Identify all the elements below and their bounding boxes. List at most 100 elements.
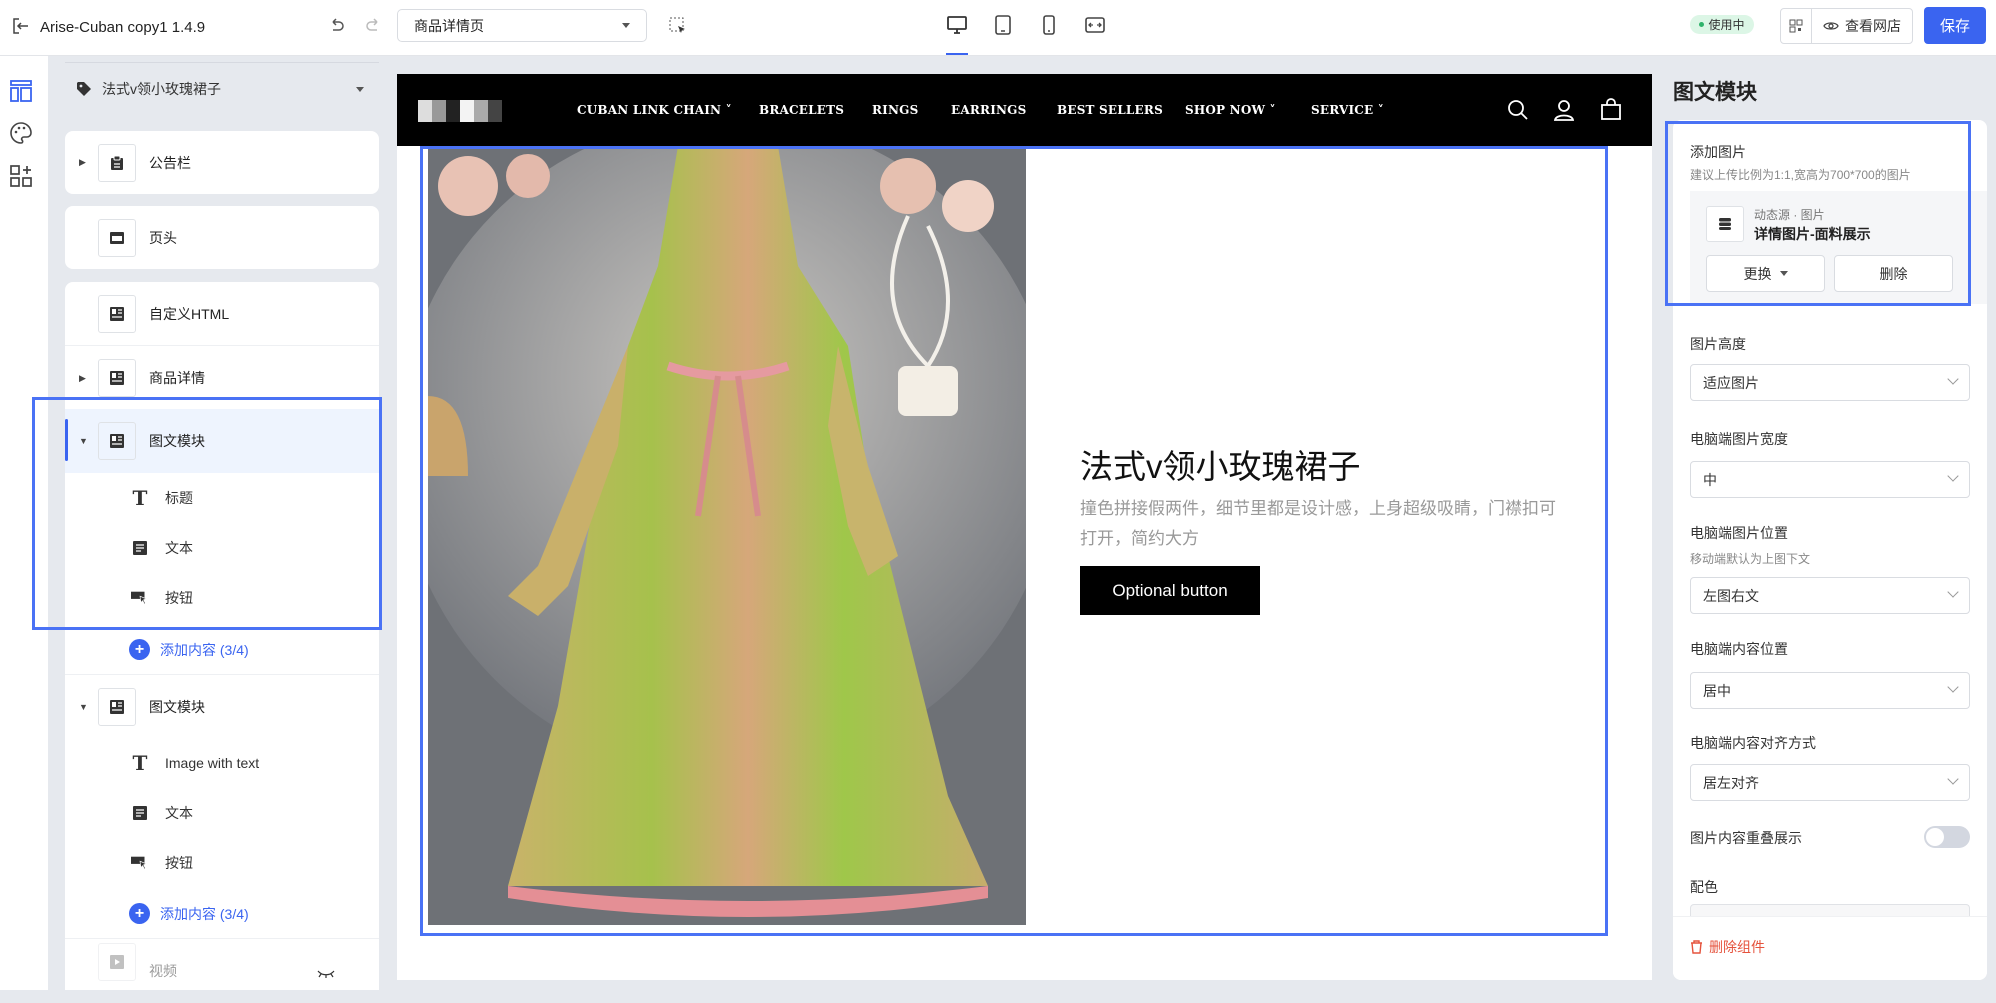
store-actions: 查看网店	[1780, 8, 1913, 44]
section-image-with-text-selected[interactable]: ▼ 图文模块	[65, 409, 379, 473]
delete-component-label: 删除组件	[1709, 939, 1765, 955]
nav-service[interactable]: SERVICE ˅	[1311, 103, 1384, 117]
chevron-down-icon	[1947, 773, 1959, 785]
desktop-image-position-select[interactable]: 左图右文	[1690, 577, 1970, 614]
block-button[interactable]: 按钮	[65, 838, 379, 888]
image-source-box: 动态源 · 图片 详情图片-面料展示 更换 删除	[1690, 191, 1987, 304]
nav-bracelets[interactable]: BRACELETS	[759, 103, 844, 117]
status-badge: 使用中	[1690, 15, 1754, 34]
page-select[interactable]: 商品详情页	[397, 9, 647, 42]
expand-arrow-icon[interactable]: ▶	[79, 373, 86, 384]
product-image	[428, 146, 1026, 925]
qr-code-button[interactable]	[1781, 9, 1812, 43]
expand-arrow-icon[interactable]: ▶	[79, 157, 86, 168]
fullscreen-icon[interactable]	[1084, 14, 1106, 36]
chevron-down-icon	[1947, 470, 1959, 482]
select-value: 适应图片	[1703, 374, 1759, 391]
add-content-label: 添加内容 (3/4)	[160, 905, 249, 922]
select-element-icon[interactable]	[668, 16, 688, 39]
delete-image-button[interactable]: 删除	[1834, 255, 1953, 292]
nav-shop-now[interactable]: SHOP NOW ˅	[1185, 103, 1276, 117]
text-heading-icon: T	[132, 751, 148, 775]
video-icon	[98, 943, 136, 981]
view-store-label: 查看网店	[1845, 18, 1901, 34]
status-badge-label: 使用中	[1708, 18, 1745, 32]
product-selector-value: 法式v领小玫瑰裙子	[102, 81, 221, 97]
section-header[interactable]: 页头	[65, 206, 379, 269]
source-name: 详情图片-面料展示	[1754, 226, 1871, 242]
field-label: 电脑端图片宽度	[1690, 431, 1788, 447]
search-icon[interactable]	[1507, 99, 1529, 124]
nav-earrings[interactable]: EARRINGS	[951, 103, 1027, 117]
redo-icon[interactable]	[364, 17, 382, 38]
collapse-arrow-icon[interactable]: ▼	[79, 702, 88, 712]
section-custom-html[interactable]: 自定义HTML	[65, 282, 379, 346]
section-card-announcement: ▶ 公告栏	[65, 131, 379, 194]
product-selector[interactable]: 法式v领小玫瑰裙子	[76, 77, 376, 101]
block-text[interactable]: 文本	[65, 788, 379, 838]
add-app-icon[interactable]	[10, 165, 32, 190]
block-icon	[98, 688, 136, 726]
hidden-eye-icon[interactable]	[317, 965, 335, 981]
content-body: 撞色拼接假两件，细节里都是设计感，上身超级吸睛，门襟扣可打开，简约大方	[1080, 499, 1556, 548]
section-image-with-text[interactable]: ▼ 图文模块	[65, 675, 379, 739]
view-store-button[interactable]: 查看网店	[1812, 9, 1912, 43]
paragraph-icon	[131, 539, 149, 557]
nav-label: CUBAN LINK CHAIN	[577, 103, 722, 117]
collapse-arrow-icon[interactable]: ▼	[79, 436, 88, 446]
page-select-value: 商品详情页	[414, 17, 484, 34]
section-label: 视频	[149, 963, 177, 979]
undo-icon[interactable]	[328, 17, 346, 38]
replace-image-button[interactable]: 更换	[1706, 255, 1825, 292]
desktop-content-align-select[interactable]: 居左对齐	[1690, 764, 1970, 801]
nav-best-sellers[interactable]: BEST SELLERS	[1057, 103, 1163, 117]
select-value: 中	[1703, 471, 1717, 488]
desktop-image-width-select[interactable]: 中	[1690, 461, 1970, 498]
theme-palette-icon[interactable]	[10, 122, 32, 147]
nav-cuban-link-chain[interactable]: CUBAN LINK CHAIN ˅	[577, 103, 732, 117]
layout-icon[interactable]	[10, 80, 32, 105]
field-label: 电脑端图片位置	[1690, 525, 1788, 541]
block-button[interactable]: 按钮	[65, 573, 379, 623]
exit-icon[interactable]	[12, 17, 30, 39]
source-type: 动态源 · 图片	[1754, 208, 1825, 222]
desktop-device-icon[interactable]	[946, 14, 968, 36]
delete-component-button[interactable]: 删除组件	[1690, 937, 1765, 957]
database-icon	[1706, 206, 1744, 242]
section-label: 商品详情	[149, 370, 205, 386]
settings-footer: 删除组件	[1673, 916, 1987, 980]
field-label: 电脑端内容位置	[1690, 641, 1788, 657]
block-text[interactable]: 文本	[65, 523, 379, 573]
overlap-label: 图片内容重叠展示	[1690, 830, 1802, 846]
nav-rings[interactable]: RINGS	[872, 103, 918, 117]
save-button[interactable]: 保存	[1924, 7, 1986, 44]
cart-bag-icon[interactable]	[1600, 98, 1622, 123]
plus-icon: +	[129, 903, 150, 924]
store-preview: CUBAN LINK CHAIN ˅ BRACELETS RINGS EARRI…	[397, 74, 1652, 980]
optional-button[interactable]: Optional button	[1080, 566, 1260, 615]
account-icon[interactable]	[1553, 99, 1575, 124]
section-list-panel: 法式v领小玫瑰裙子 ▶ 公告栏 页头 自定义HTML ▶ 商品详情 ▼ 图文模块…	[32, 56, 395, 990]
desktop-content-position-select[interactable]: 居中	[1690, 672, 1970, 709]
caret-down-icon	[622, 23, 630, 28]
replace-label: 更换	[1743, 265, 1772, 282]
overlap-toggle[interactable]	[1924, 826, 1970, 848]
announcement-icon	[98, 143, 136, 182]
block-heading[interactable]: T 标题	[65, 473, 379, 523]
status-dot-icon	[1699, 22, 1705, 27]
section-product-detail[interactable]: ▶ 商品详情	[65, 346, 379, 410]
mobile-device-icon[interactable]	[1038, 14, 1060, 36]
selected-indicator	[65, 419, 68, 461]
select-value: 居中	[1703, 682, 1731, 699]
add-content-button[interactable]: + 添加内容 (3/4)	[129, 639, 249, 660]
field-label: 电脑端内容对齐方式	[1690, 735, 1816, 751]
section-card-main: 自定义HTML ▶ 商品详情 ▼ 图文模块 T 标题 文本 按钮 + 添加内容 (3…	[65, 282, 379, 938]
field-label: 图片高度	[1690, 336, 1746, 352]
add-image-label: 添加图片	[1690, 144, 1746, 160]
tablet-device-icon[interactable]	[992, 14, 1014, 36]
add-content-button[interactable]: + 添加内容 (3/4)	[129, 903, 249, 924]
block-heading[interactable]: T Image with text	[65, 738, 379, 788]
image-height-select[interactable]: 适应图片	[1690, 364, 1970, 401]
paragraph-icon	[131, 804, 149, 822]
section-announcement[interactable]: ▶ 公告栏	[65, 131, 379, 194]
